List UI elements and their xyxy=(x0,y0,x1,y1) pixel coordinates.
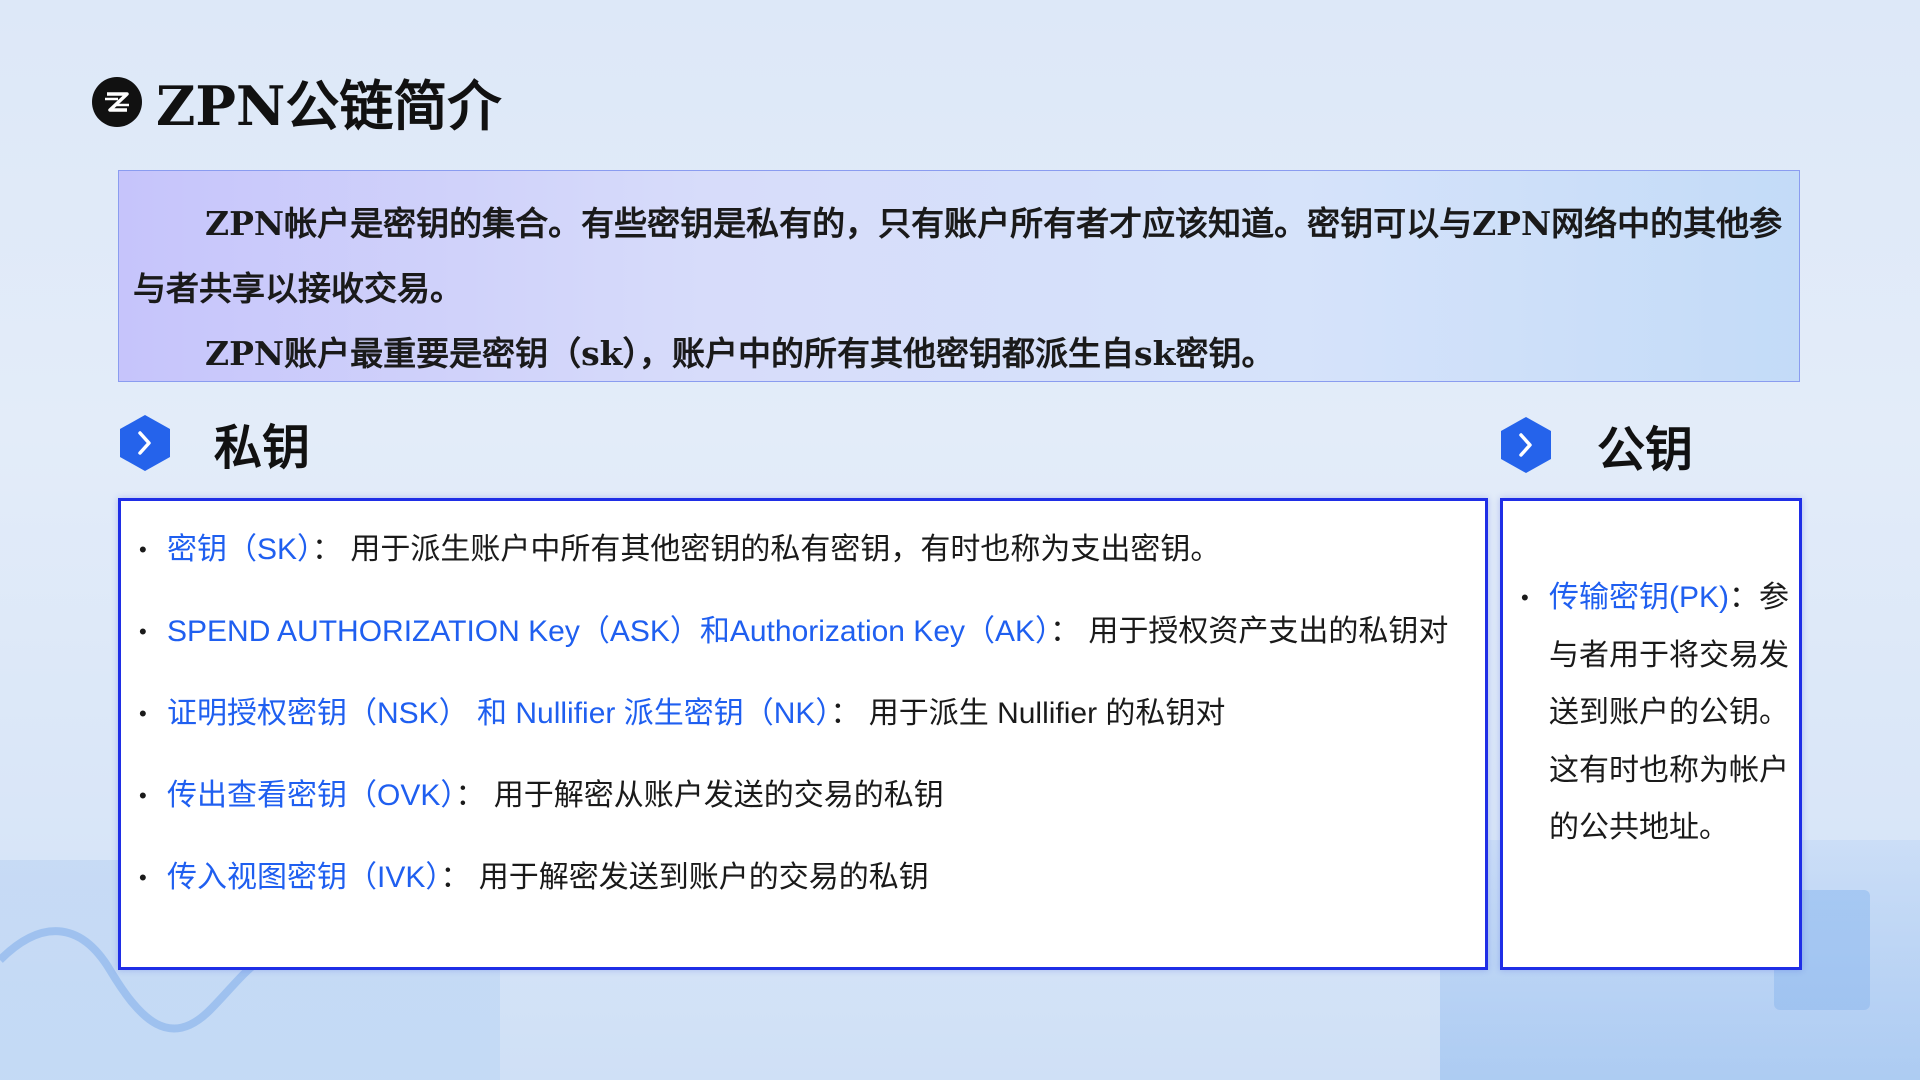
zpn-logo-icon xyxy=(92,76,142,127)
bullet: • xyxy=(139,619,147,644)
bullet: • xyxy=(139,537,147,562)
key-term: 密钥（SK） xyxy=(167,533,313,566)
list-item: • 传输密钥(PK)：参与者用于将交易发送到账户的公钥。这有时也称为帐户的公共地… xyxy=(1521,569,1789,857)
bullet: • xyxy=(139,865,147,890)
public-key-title: 公钥 xyxy=(1597,422,1694,478)
list-item: • 传出查看密钥（OVK）： 用于解密从账户发送的交易的私钥 xyxy=(139,767,1485,825)
key-term: 传出查看密钥（OVK） xyxy=(167,779,456,812)
separator: ： xyxy=(455,779,494,812)
intro-box: ZPN帐户是密钥的集合。有些密钥是私有的，只有账户所有者才应该知道。密钥可以与Z… xyxy=(118,170,1800,382)
key-term: 传入视图密钥（IVK） xyxy=(167,861,441,894)
list-item: • 密钥（SK）： 用于派生账户中所有其他密钥的私有密钥，有时也称为支出密钥。 xyxy=(139,521,1485,579)
bullet: • xyxy=(1521,585,1529,610)
key-description: 用于派生账户中所有其他密钥的私有密钥，有时也称为支出密钥。 xyxy=(350,533,1221,566)
title-row: ZPN公链简介 xyxy=(92,62,501,141)
public-key-header: 公钥 xyxy=(1499,410,1693,480)
intro-paragraph-1: ZPN帐户是密钥的集合。有些密钥是私有的，只有账户所有者才应该知道。密钥可以与Z… xyxy=(133,204,1783,308)
chevron-right-icon xyxy=(1499,416,1553,474)
key-description: 用于解密发送到账户的交易的私钥 xyxy=(478,861,929,894)
key-description: 用于授权资产支出的私钥对 xyxy=(1088,615,1449,648)
bullet: • xyxy=(139,783,147,808)
key-term: 证明授权密钥（NSK） 和 Nullifier 派生密钥（NK） xyxy=(167,697,831,730)
key-description: 用于派生 Nullifier 的私钥对 xyxy=(868,697,1226,730)
key-term: SPEND AUTHORIZATION Key（ASK）和Authorizati… xyxy=(167,615,1051,648)
chevron-right-icon xyxy=(118,414,172,472)
private-key-header: 私钥 xyxy=(118,408,310,478)
page-title: ZPN公链简介 xyxy=(156,74,502,138)
list-item: • SPEND AUTHORIZATION Key（ASK）和Authoriza… xyxy=(139,603,1485,661)
separator: ： xyxy=(1050,615,1089,648)
separator: ： xyxy=(312,533,351,566)
private-key-title: 私钥 xyxy=(214,420,311,476)
separator: ： xyxy=(830,697,869,730)
separator: ： xyxy=(1729,581,1759,614)
public-key-list: • 传输密钥(PK)：参与者用于将交易发送到账户的公钥。这有时也称为帐户的公共地… xyxy=(1500,498,1802,970)
separator: ： xyxy=(440,861,479,894)
list-item: • 证明授权密钥（NSK） 和 Nullifier 派生密钥（NK）： 用于派生… xyxy=(139,685,1485,743)
bullet: • xyxy=(139,701,147,726)
key-description: 用于解密从账户发送的交易的私钥 xyxy=(493,779,944,812)
intro-paragraph-2: ZPN账户最重要是密钥（sk），账户中的所有其他密钥都派生自sk密钥。 xyxy=(205,334,1275,373)
key-description: 参与者用于将交易发送到账户的公钥。这有时也称为帐户的公共地址。 xyxy=(1549,581,1789,844)
key-term: 传输密钥(PK) xyxy=(1549,581,1729,614)
list-item: • 传入视图密钥（IVK）： 用于解密发送到账户的交易的私钥 xyxy=(139,849,1485,907)
private-key-list: • 密钥（SK）： 用于派生账户中所有其他密钥的私有密钥，有时也称为支出密钥。 … xyxy=(118,498,1488,970)
